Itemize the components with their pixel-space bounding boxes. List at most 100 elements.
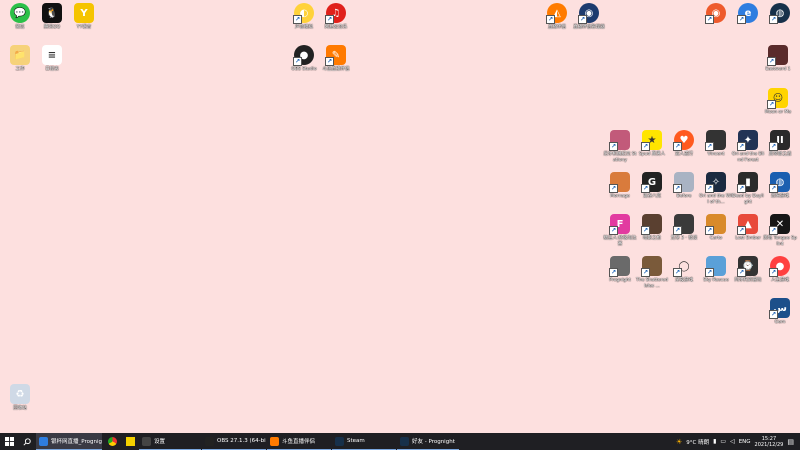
desktop-icon-g9[interactable]: ↗ Mornage — [606, 172, 634, 200]
taskbar-pinned-sticky-notes[interactable] — [121, 433, 139, 450]
taskbar-pinned-chrome[interactable] — [103, 433, 121, 450]
shortcut-arrow-icon: ↗ — [673, 268, 682, 277]
desktop-icon-g6[interactable]: ↗ Vincent — [702, 130, 730, 158]
desktop-icon-g18[interactable]: ↗ Carto — [702, 214, 730, 242]
desktop-icon-g3[interactable]: ↗ 尼尔机械纪元 Stationy — [603, 130, 637, 163]
desktop-icon-g19[interactable]: ▲ ↗ Lost Ember — [734, 214, 762, 242]
desktop-icon-label: 日程表 — [45, 67, 59, 72]
desktop-icon-label: 黑帝斯之战 — [768, 152, 792, 157]
desktop-icon-g4[interactable]: ★ ↗ Spud 真男人 — [638, 130, 666, 158]
desktop-icon-g8[interactable]: II ↗ 黑帝斯之战 — [766, 130, 794, 158]
windows-logo-icon — [4, 437, 14, 446]
desktop-icon-live[interactable]: ✎ ↗ 斗鱼直播伴侣 — [322, 45, 350, 73]
desktop-icon-g7[interactable]: ✦ ↗ Ori and the Blind Forest — [732, 130, 764, 163]
desktop-icon-g27[interactable]: س ↗ Gem — [766, 298, 794, 326]
desktop-icon-g22[interactable]: ↗ The Shattered Isles ... — [636, 256, 668, 289]
desktop-icon-g24[interactable]: ↗ Sky Rescue — [702, 256, 730, 284]
desktop-icon-label: 回收站 — [13, 406, 27, 411]
desktop-icon-g14[interactable]: ◍ ↗ 恐怖游戏 — [766, 172, 794, 200]
app1-icon: ◭ ↗ — [546, 3, 567, 24]
desktop-icon-label: Sky Rescue — [703, 278, 729, 283]
desktop-icon-work[interactable]: 📁 工作 — [6, 45, 34, 73]
shortcut-arrow-icon: ↗ — [769, 142, 778, 151]
desktop-icon-wechat[interactable]: 💬 微信 — [6, 3, 34, 31]
shortcut-arrow-icon: ↗ — [737, 184, 746, 193]
desktop-icon-label: The Shattered Isles ... — [636, 278, 668, 289]
desktop-icon-g15[interactable]: F ↗ 糖豆人:终极淘汰赛 — [603, 214, 637, 247]
taskbar-app-2[interactable]: OBS 27.1.3 (64-bi... — [202, 433, 266, 450]
desktop-icon-label: 尼尔机械纪元 Stationy — [603, 152, 637, 163]
g19-icon: ▲ ↗ — [737, 214, 758, 235]
desktop-icon-g1[interactable]: ↗ Eastward 1 — [764, 45, 792, 73]
desktop-icon-netease[interactable]: ♫ ↗ 网易云音乐 — [322, 3, 350, 31]
desktop-icon-recycle[interactable]: ♻ 回收站 — [6, 384, 34, 412]
desktop-icon-g25[interactable]: ⌚ ↗ 阿尔托的冒险 — [734, 256, 762, 284]
mic-icon[interactable]: ▮ — [713, 438, 716, 445]
search-icon — [23, 437, 31, 446]
desktop-icon-g11[interactable]: ↗ Before — [670, 172, 698, 200]
weather-icon: ☀ — [675, 437, 683, 446]
volume-icon[interactable]: ◁ — [730, 438, 735, 445]
desktop-icon-g26[interactable]: ● ↗ 人生游戏 — [766, 256, 794, 284]
desktop-icon-label: 人生游戏 — [771, 278, 789, 283]
desktop-icon-g2[interactable]: ☺ ↗ Moon or Me — [764, 88, 792, 116]
desktop-icon-g5[interactable]: ♥ ↗ 双人成行 — [670, 130, 698, 158]
taskbar-app-1[interactable]: 设置 — [139, 433, 201, 450]
desktop-icon-g23[interactable]: ◯ ↗ 深夜游戏 — [670, 256, 698, 284]
desktop-icon-yy[interactable]: Y YY语音 — [70, 3, 98, 31]
desktop-icon-label: Before — [676, 194, 692, 199]
taskbar-app-0[interactable]: 银杯网直播_Prognight — [36, 433, 102, 450]
weather-text[interactable]: 9°C 晴朗 — [686, 438, 709, 446]
notification-icon[interactable]: ▤ — [787, 438, 794, 446]
shortcut-arrow-icon: ↗ — [705, 142, 714, 151]
search-button[interactable] — [18, 433, 36, 450]
shortcut-arrow-icon: ↗ — [705, 268, 714, 277]
desktop-icon-g16[interactable]: ↗ 暗影之枪 — [638, 214, 666, 242]
taskbar-app-5[interactable]: 好友 - Prognight — [397, 433, 459, 450]
steam-icon: ◍ ↗ — [769, 3, 790, 24]
desktop-icon-label: 声音模拟 — [295, 25, 313, 30]
desktop-icon-g10[interactable]: G ↗ 鬼谷八荒 — [638, 172, 666, 200]
voicemeeter-icon: ◐ ↗ — [293, 3, 314, 24]
network-icon[interactable]: ▭ — [720, 438, 726, 445]
app3-icon: ◉ ↗ — [705, 3, 726, 24]
recycle-icon: ♻ — [10, 384, 30, 404]
desktop-icon-g13[interactable]: ▮ ↗ Dead by Daylight — [732, 172, 764, 205]
desktop-icon-qq[interactable]: 🐧 腾讯QQ — [38, 3, 66, 31]
g21-icon: ↗ — [609, 256, 630, 277]
wechat-icon: 💬 — [10, 3, 30, 23]
desktop-icon-steam[interactable]: ◍ ↗ — [766, 3, 794, 25]
desktop-icon-g20[interactable]: ✕ ↗ 黑暗 Tongue Splint — [763, 214, 797, 247]
desktop-icon-label: Ori and the Will of th... — [699, 194, 733, 205]
desktop-icon-label: Dead by Daylight — [732, 194, 764, 205]
desktop-icon-g21[interactable]: ↗ Prognight — [606, 256, 634, 284]
app2-icon: ◉ ↗ — [578, 3, 599, 24]
shortcut-arrow-icon: ↗ — [609, 184, 618, 193]
clock[interactable]: 15:27 2021/12/29 — [755, 436, 784, 448]
desktop-icon-app1[interactable]: ◭ ↗ 直播伴侣 — [543, 3, 571, 31]
desktop-icon-label: 微信 — [15, 25, 25, 30]
desktop-icon-g17[interactable]: ↗ 无尽 3 · 怪谈 — [670, 214, 698, 242]
taskbar-app-4[interactable]: Steam — [332, 433, 396, 450]
desktop-icon-textdoc[interactable]: ≡ 日程表 — [38, 45, 66, 73]
language-indicator[interactable]: ENG — [739, 439, 751, 445]
desktop-icon-label: Carto — [709, 236, 723, 241]
taskbar-app-3[interactable]: 斗鱼直播伴侣 — [267, 433, 331, 450]
desktop-icon-g12[interactable]: ✧ ↗ Ori and the Will of th... — [699, 172, 733, 205]
shortcut-arrow-icon: ↗ — [293, 57, 302, 66]
desktop-icon-label: 黑暗 Tongue Splint — [763, 236, 797, 247]
g7-icon: ✦ ↗ — [737, 130, 758, 151]
desktop-icon-obs[interactable]: ● ↗ OBS Studio — [290, 45, 318, 73]
shortcut-arrow-icon: ↗ — [769, 184, 778, 193]
g14-icon: ◍ ↗ — [769, 172, 790, 193]
taskbar-app-label: Steam — [347, 438, 365, 444]
taskbar-app-label: 斗鱼直播伴侣 — [282, 439, 316, 445]
desktop-icon-app3[interactable]: ◉ ↗ — [702, 3, 730, 25]
desktop-icon-voicemeeter[interactable]: ◐ ↗ 声音模拟 — [290, 3, 318, 31]
desktop-icon-app2[interactable]: ◉ ↗ 直播伴侣管理器 — [573, 3, 605, 31]
desktop-icon-edge[interactable]: e ↗ — [734, 3, 762, 25]
clock-date: 2021/12/29 — [754, 441, 784, 448]
start-button[interactable] — [0, 433, 18, 450]
desktop-icon-label: Gem — [774, 320, 786, 325]
g10-icon: G ↗ — [641, 172, 662, 193]
